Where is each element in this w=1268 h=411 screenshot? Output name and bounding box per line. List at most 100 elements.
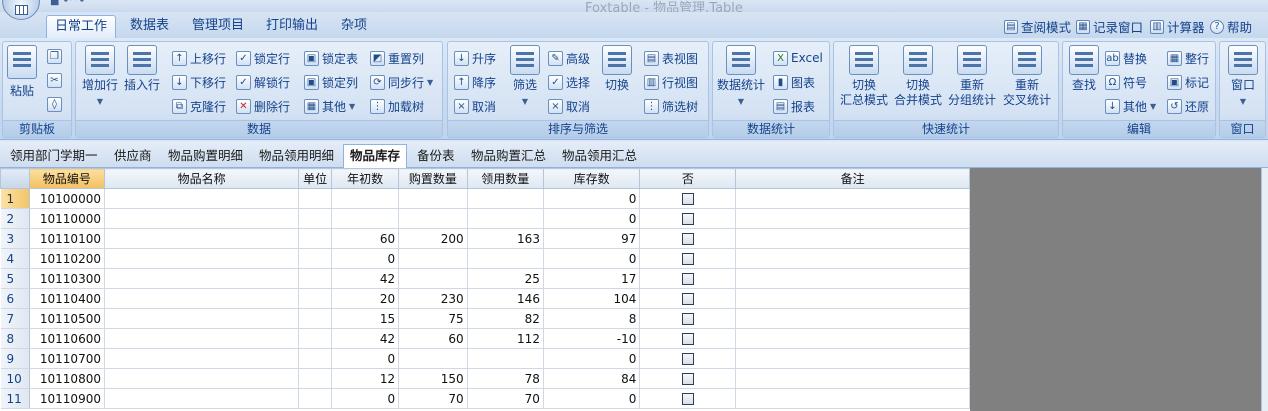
filter-button[interactable]: 筛选 ▼ xyxy=(510,45,540,107)
row-header[interactable]: 9 xyxy=(0,348,30,369)
cell-used[interactable] xyxy=(467,348,544,369)
cell-code[interactable]: 10110500 xyxy=(29,308,105,329)
cell-bought[interactable]: 230 xyxy=(398,288,468,309)
cell-stock[interactable]: 97 xyxy=(543,228,641,249)
replace-button[interactable]: ab 替换 xyxy=(1105,48,1147,68)
advanced-filter-button[interactable]: ✎ 高级 xyxy=(548,48,590,68)
row-header[interactable]: 2 xyxy=(0,208,30,229)
cell-flag[interactable] xyxy=(639,308,737,329)
vertical-scrollbar[interactable] xyxy=(1261,168,1268,411)
insert-row-button[interactable]: 插入行 xyxy=(124,45,160,93)
table-row[interactable]: 4 10110200 0 0 xyxy=(0,248,970,269)
cell-note[interactable] xyxy=(735,308,970,329)
cell-used[interactable] xyxy=(467,188,544,209)
add-row-button[interactable]: 增加行 ▼ xyxy=(82,45,118,107)
checkbox[interactable] xyxy=(681,353,694,365)
tab-data-table[interactable]: 数据表 xyxy=(122,15,177,38)
checkbox[interactable] xyxy=(681,393,694,405)
cell-used[interactable] xyxy=(467,248,544,269)
table-row[interactable]: 9 10110700 0 0 xyxy=(0,348,970,369)
table-row[interactable]: 2 10110000 0 xyxy=(0,208,970,229)
cell-flag[interactable] xyxy=(639,368,737,389)
cell-start[interactable]: 42 xyxy=(331,268,400,289)
select-all-corner[interactable] xyxy=(0,168,30,189)
cell-flag[interactable] xyxy=(639,228,737,249)
move-row-up-button[interactable]: ↑ 上移行 xyxy=(172,48,226,68)
cell-note[interactable] xyxy=(735,328,970,349)
cell-stock[interactable]: 0 xyxy=(543,208,641,229)
cell-note[interactable] xyxy=(735,288,970,309)
cell-name[interactable] xyxy=(104,188,300,209)
cell-stock[interactable]: 0 xyxy=(543,388,641,409)
cell-start[interactable]: 0 xyxy=(331,348,400,369)
copy-button[interactable]: ❐ xyxy=(47,46,62,66)
cell-start[interactable]: 42 xyxy=(331,328,400,349)
toggle-merge-mode-button[interactable]: 切换 合并模式 xyxy=(892,45,944,108)
cell-note[interactable] xyxy=(735,268,970,289)
column-header[interactable]: 购置数量 xyxy=(398,168,468,189)
cell-code[interactable]: 10110200 xyxy=(29,248,105,269)
select-filter-button[interactable]: ✓ 选择 xyxy=(548,72,590,92)
cell-stock[interactable]: 8 xyxy=(543,308,641,329)
checkbox[interactable] xyxy=(681,313,694,325)
row-header[interactable]: 3 xyxy=(0,228,30,249)
cell-bought[interactable] xyxy=(398,268,468,289)
row-header[interactable]: 4 xyxy=(0,248,30,269)
sheet-tab[interactable]: 领用部门学期一 xyxy=(4,146,104,168)
cell-used[interactable]: 25 xyxy=(467,268,544,289)
cell-bought[interactable]: 200 xyxy=(398,228,468,249)
table-row[interactable]: 1 10100000 0 xyxy=(0,188,970,209)
checkbox[interactable] xyxy=(681,233,694,245)
help-button[interactable]: ? 帮助 xyxy=(1210,17,1252,36)
column-header[interactable]: 单位 xyxy=(298,168,332,189)
cell-flag[interactable] xyxy=(639,248,737,269)
cell-note[interactable] xyxy=(735,368,970,389)
sort-ascending-button[interactable]: ↓ 升序 xyxy=(454,48,496,68)
tab-misc[interactable]: 杂项 xyxy=(333,15,375,38)
load-tree-button[interactable]: ⋮ 加载树 xyxy=(370,96,424,116)
cell-name[interactable] xyxy=(104,248,300,269)
cell-unit[interactable] xyxy=(298,308,332,329)
checkbox[interactable] xyxy=(681,193,694,205)
checkbox[interactable] xyxy=(681,213,694,225)
clone-row-button[interactable]: ⧉ 克隆行 xyxy=(172,96,226,116)
row-header[interactable]: 11 xyxy=(0,388,30,409)
symbol-button[interactable]: Ω 符号 xyxy=(1105,72,1147,92)
cell-unit[interactable] xyxy=(298,208,332,229)
cell-name[interactable] xyxy=(104,288,300,309)
column-header[interactable]: 物品名称 xyxy=(103,168,300,189)
cell-code[interactable]: 10110100 xyxy=(29,228,105,249)
tab-print-output[interactable]: 打印输出 xyxy=(258,15,326,38)
toggle-filter-button[interactable]: 切换 xyxy=(602,45,632,93)
chart-button[interactable]: ▮ 图表 xyxy=(773,72,815,92)
edit-other-button[interactable]: ↓ 其他 ▼ xyxy=(1105,96,1156,116)
checkbox[interactable] xyxy=(681,293,694,305)
cell-bought[interactable] xyxy=(398,208,468,229)
cell-note[interactable] xyxy=(735,248,970,269)
cell-flag[interactable] xyxy=(639,328,737,349)
cell-start[interactable] xyxy=(331,208,400,229)
report-button[interactable]: ▤ 报表 xyxy=(773,96,815,116)
cell-stock[interactable]: 0 xyxy=(543,248,641,269)
reset-column-button[interactable]: ◩ 重置列 xyxy=(370,48,424,68)
other-button[interactable]: ▦ 其他 ▼ xyxy=(304,96,355,116)
cell-used[interactable]: 82 xyxy=(467,308,544,329)
row-header[interactable]: 1 xyxy=(0,188,30,209)
sync-row-button[interactable]: ⟳ 同步行 ▼ xyxy=(370,72,433,92)
sheet-tab[interactable]: 供应商 xyxy=(108,146,158,168)
filter-tree-button[interactable]: ⋮ 筛选树 xyxy=(644,96,698,116)
row-header[interactable]: 10 xyxy=(0,368,30,389)
unlock-row-button[interactable]: ✓ 解锁行 xyxy=(236,72,290,92)
cell-used[interactable]: 146 xyxy=(467,288,544,309)
cell-code[interactable]: 10110900 xyxy=(29,388,105,409)
redo-icon[interactable]: ↷ xyxy=(76,0,84,10)
cell-start[interactable]: 0 xyxy=(331,388,400,409)
table-row[interactable]: 8 10110600 42 60 112 -10 xyxy=(0,328,970,349)
cut-button[interactable]: ✂ xyxy=(47,70,62,90)
record-window-button[interactable]: ▦ 记录窗口 xyxy=(1076,17,1143,36)
cell-name[interactable] xyxy=(104,368,300,389)
cell-code[interactable]: 10110000 xyxy=(29,208,105,229)
cell-stock[interactable]: 0 xyxy=(543,188,641,209)
cell-start[interactable]: 20 xyxy=(331,288,400,309)
move-row-down-button[interactable]: ↓ 下移行 xyxy=(172,72,226,92)
